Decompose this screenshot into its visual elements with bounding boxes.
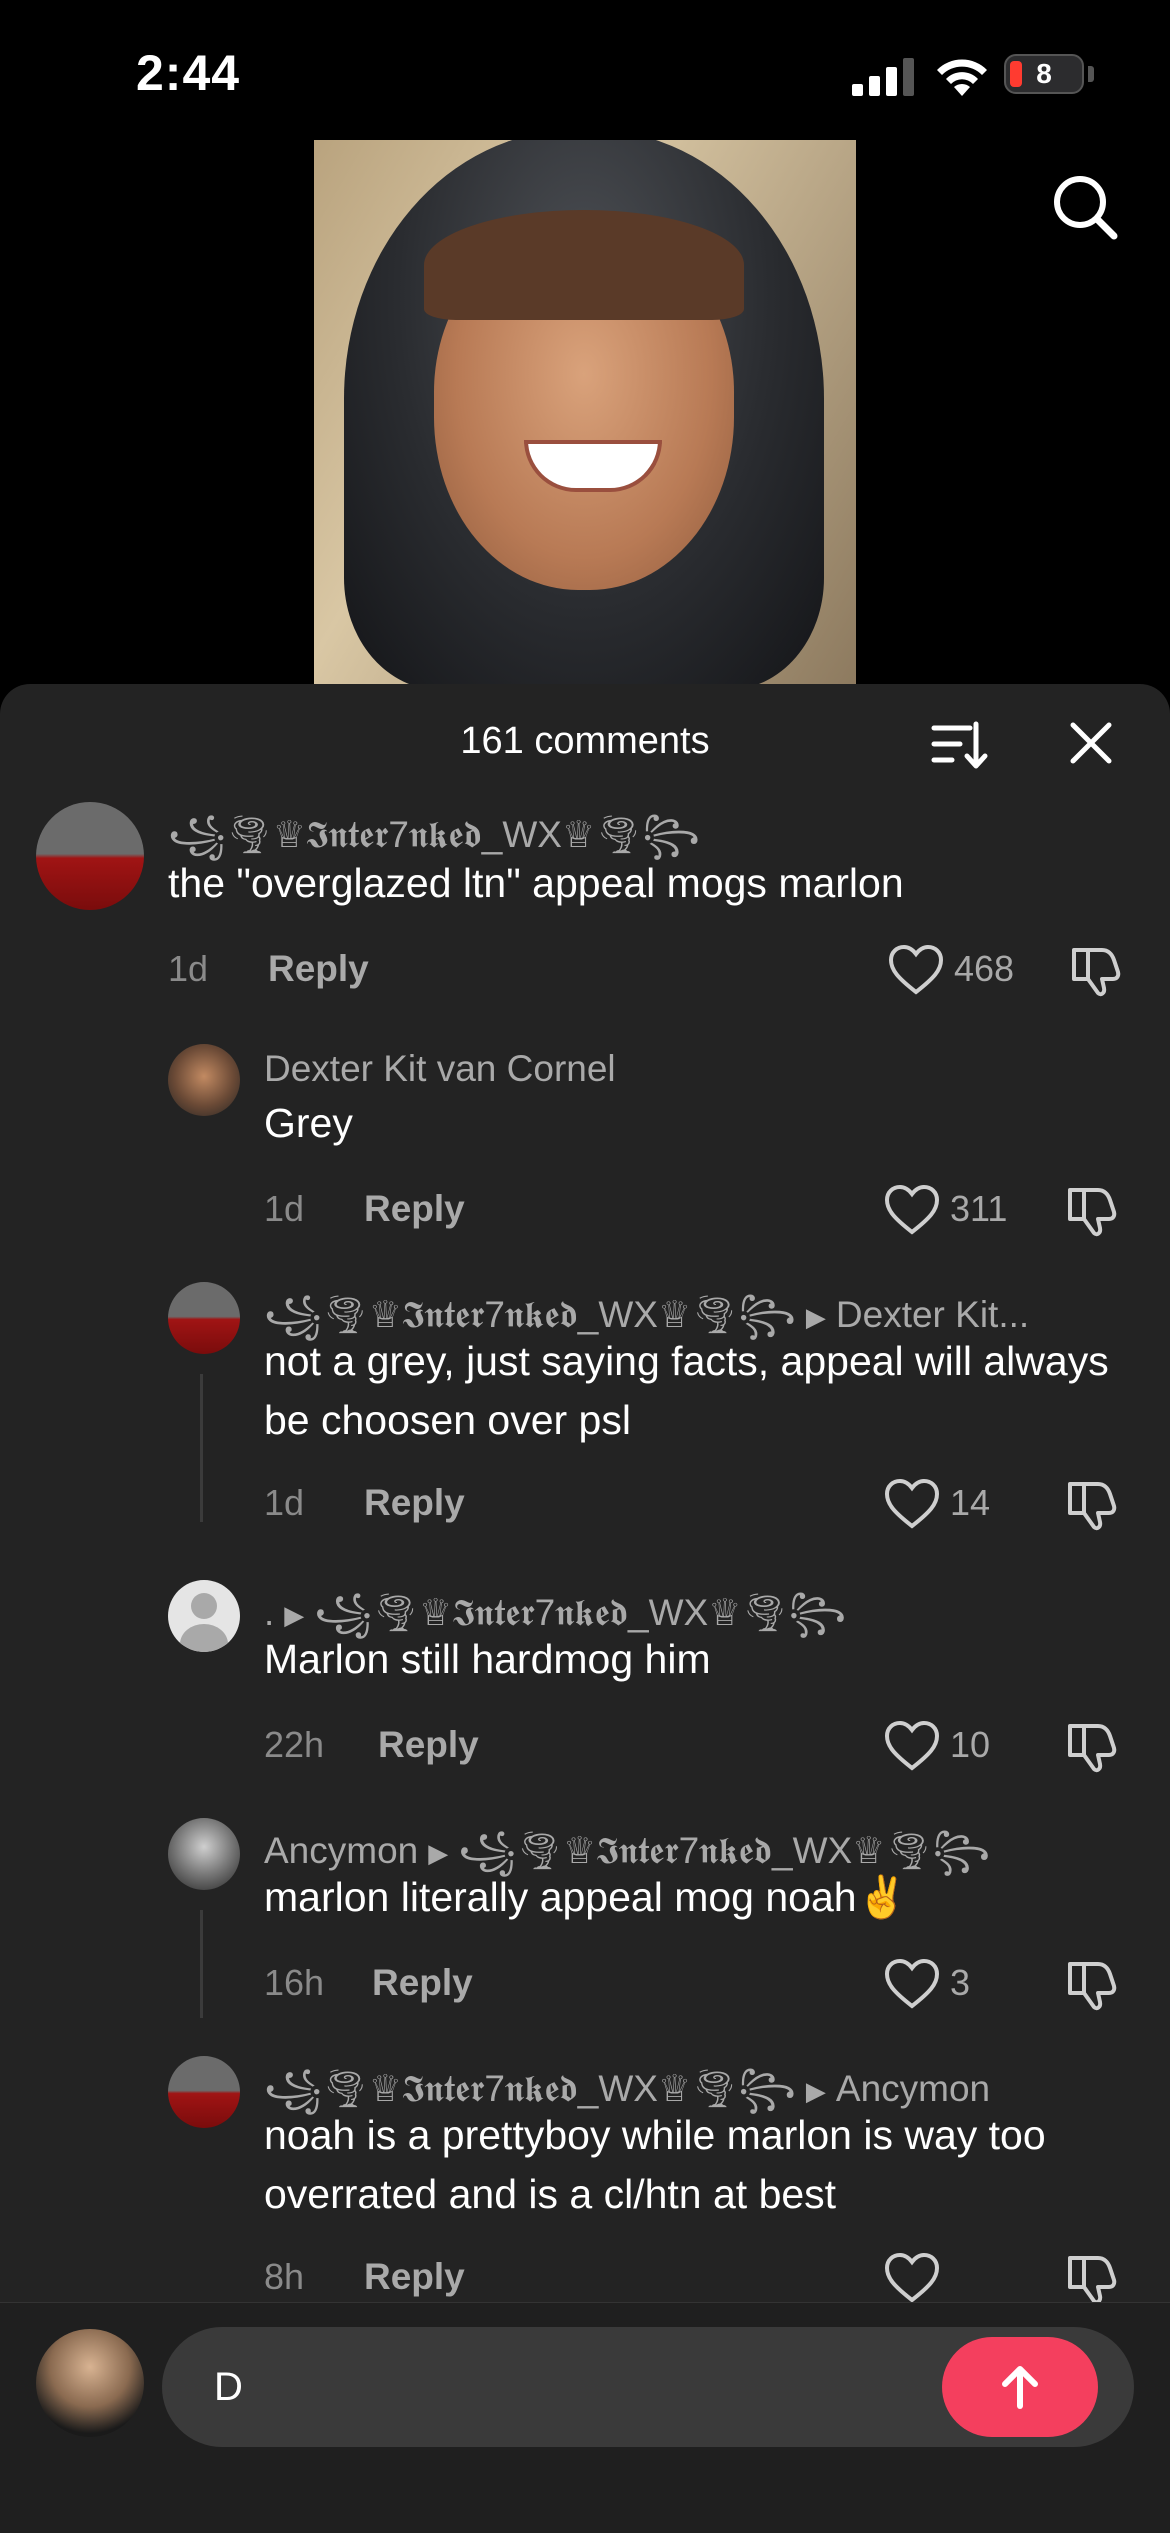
heart-icon[interactable] <box>888 944 944 996</box>
search-icon[interactable] <box>1050 172 1120 242</box>
wifi-icon <box>937 59 987 96</box>
dislike-icon[interactable] <box>1068 942 1124 998</box>
arrow-up-icon <box>1002 2366 1038 2409</box>
sort-icon[interactable] <box>930 718 988 772</box>
comment-text: marlon literally appeal mog noah✌️ <box>264 1874 908 1920</box>
comment-time: 1d <box>264 1482 305 1523</box>
dislike-icon[interactable] <box>1064 1718 1120 1774</box>
comment-input-value[interactable]: D <box>214 2365 243 2410</box>
heart-icon[interactable] <box>884 1478 940 1530</box>
dislike-icon[interactable] <box>1064 2250 1120 2302</box>
reply-button[interactable]: Reply <box>364 2256 465 2298</box>
comment-author[interactable]: Ancymon <box>264 1830 418 1871</box>
battery-indicator: 8 <box>1004 54 1084 94</box>
comment-author[interactable]: ꧁🌪♕𝕴𝖓𝖙𝖊𝖗7𝖓𝖐𝖊𝖉_WX♕🌪꧂ <box>264 2068 796 2109</box>
avatar[interactable] <box>168 1282 240 1354</box>
reply-button[interactable]: Reply <box>364 1188 465 1230</box>
comment-author[interactable]: ꧁🌪♕𝕴𝖓𝖙𝖊𝖗7𝖓𝖐𝖊𝖉_WX♕🌪꧂ <box>264 1294 796 1335</box>
avatar[interactable] <box>168 1818 240 1890</box>
comment-text: noah is a prettyboy while marlon is way … <box>264 2112 1046 2217</box>
like-count: 10 <box>950 1724 991 1765</box>
reply-button[interactable]: Reply <box>378 1724 479 1766</box>
comments-sheet: 161 comments ꧁🌪♕𝕴𝖓𝖙𝖊𝖗7𝖓𝖐𝖊𝖉_WX♕🌪꧂ the "ov… <box>0 684 1170 2532</box>
user-avatar[interactable] <box>36 2329 144 2437</box>
comment-text: Marlon still hardmog him <box>264 1636 711 1682</box>
heart-icon[interactable] <box>884 1958 940 2010</box>
reply-to-username[interactable]: ꧁🌪♕𝕴𝖓𝖙𝖊𝖗7𝖓𝖐𝖊𝖉_WX♕🌪꧂ <box>314 1592 846 1633</box>
status-bar: 2:44 8 <box>0 0 1170 140</box>
reply-button[interactable]: Reply <box>372 1962 473 2004</box>
comment-username[interactable]: Dexter Kit van Cornel <box>264 1048 616 1090</box>
reply-to-username[interactable]: Dexter Kit... <box>836 1294 1029 1335</box>
like-count: 468 <box>954 948 1015 989</box>
comment-text: Grey <box>264 1100 353 1146</box>
comment-author[interactable]: . <box>264 1592 274 1633</box>
comment-time: 1d <box>168 948 209 989</box>
cellular-signal-icon <box>852 58 914 96</box>
comment-composer: D <box>0 2302 1170 2533</box>
close-icon[interactable] <box>1068 720 1114 766</box>
comment-time: 1d <box>264 1188 305 1229</box>
video-preview[interactable] <box>314 140 856 685</box>
avatar[interactable] <box>168 2056 240 2128</box>
comments-header: 161 comments <box>0 684 1170 802</box>
reply-to-username[interactable]: ꧁🌪♕𝕴𝖓𝖙𝖊𝖗7𝖓𝖐𝖊𝖉_WX♕🌪꧂ <box>458 1830 990 1871</box>
comment-time: 16h <box>264 1962 325 2003</box>
comment-input[interactable]: D <box>162 2327 1134 2447</box>
status-time: 2:44 <box>136 45 241 101</box>
comment-text: the "overglazed ltn" appeal mogs marlon <box>168 860 904 906</box>
thread-line <box>200 1374 203 1522</box>
thread-line <box>200 1910 203 2018</box>
heart-icon[interactable] <box>884 2252 940 2302</box>
reply-arrow-icon: ▶ <box>284 1599 305 1630</box>
like-count: 14 <box>950 1482 991 1523</box>
like-count: 311 <box>950 1188 1008 1229</box>
comment-count: 161 comments <box>460 720 710 762</box>
dislike-icon[interactable] <box>1064 1182 1120 1238</box>
heart-icon[interactable] <box>884 1184 940 1236</box>
reply-arrow-icon: ▶ <box>805 2075 826 2106</box>
comment-text: not a grey, just saying facts, appeal wi… <box>264 1338 1109 1443</box>
reply-to-username[interactable]: Ancymon <box>836 2068 990 2109</box>
comment-time: 22h <box>264 1724 325 1765</box>
avatar[interactable] <box>36 802 144 910</box>
battery-level: 8 <box>1036 58 1052 89</box>
comment-time: 8h <box>264 2256 305 2297</box>
dislike-icon[interactable] <box>1064 1956 1120 2012</box>
avatar[interactable] <box>168 1044 240 1116</box>
reply-arrow-icon: ▶ <box>805 1301 826 1332</box>
like-count: 3 <box>950 1962 971 2003</box>
send-button[interactable] <box>942 2337 1098 2437</box>
reply-button[interactable]: Reply <box>364 1482 465 1524</box>
heart-icon[interactable] <box>884 1720 940 1772</box>
reply-button[interactable]: Reply <box>268 948 369 990</box>
reply-arrow-icon: ▶ <box>428 1837 449 1868</box>
dislike-icon[interactable] <box>1064 1476 1120 1532</box>
comment-item: ꧁🌪♕𝕴𝖓𝖙𝖊𝖗7𝖓𝖐𝖊𝖉_WX♕🌪꧂ ▶ Ancymon noah is a pr… <box>0 2056 1170 2302</box>
default-avatar-icon[interactable] <box>168 1580 240 1652</box>
